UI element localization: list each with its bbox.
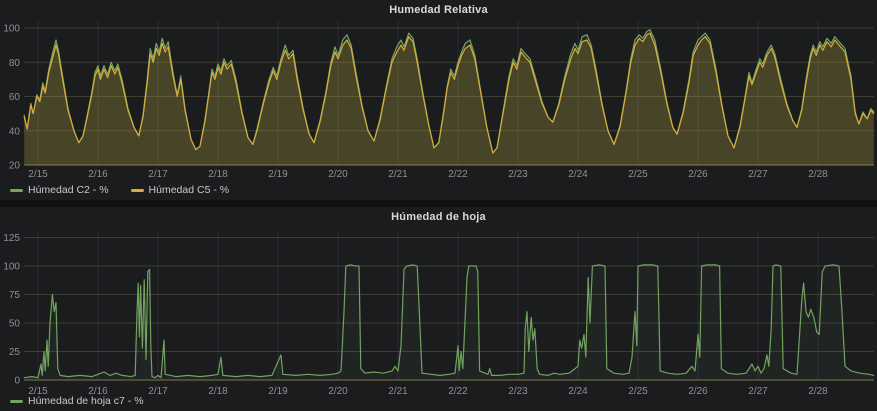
svg-text:2/20: 2/20 [328, 169, 348, 180]
series-color-swatch [10, 400, 23, 403]
svg-text:2/18: 2/18 [208, 169, 228, 180]
panel-humedad-relativa: Humedad Relativa 204060801002/152/162/17… [0, 0, 877, 200]
svg-text:2/25: 2/25 [628, 386, 648, 397]
legend-label: Húmedad de hoja c7 - % [28, 395, 144, 407]
svg-text:80: 80 [9, 58, 21, 69]
svg-text:25: 25 [9, 347, 21, 358]
svg-text:2/23: 2/23 [508, 386, 528, 397]
svg-text:2/18: 2/18 [208, 386, 228, 397]
svg-text:2/17: 2/17 [148, 169, 168, 180]
svg-text:60: 60 [9, 92, 21, 103]
svg-text:2/28: 2/28 [808, 169, 828, 180]
panel-humedad-de-hoja: Húmedad de hoja 02550751001252/152/162/1… [0, 207, 877, 411]
svg-text:2/24: 2/24 [568, 169, 588, 180]
svg-text:2/21: 2/21 [388, 386, 408, 397]
svg-text:2/22: 2/22 [448, 169, 468, 180]
svg-text:0: 0 [14, 376, 20, 387]
legend-item-humedad-c5[interactable]: Húmedad C5 - % [131, 184, 230, 196]
svg-text:20: 20 [9, 161, 21, 172]
legend-humedad-relativa: Húmedad C2 - % Húmedad C5 - % [10, 182, 229, 198]
svg-text:2/21: 2/21 [388, 169, 408, 180]
series-color-swatch [10, 189, 23, 192]
svg-text:2/26: 2/26 [688, 169, 708, 180]
legend-item-humedad-c2[interactable]: Húmedad C2 - % [10, 184, 109, 196]
svg-text:2/17: 2/17 [148, 386, 168, 397]
svg-text:2/23: 2/23 [508, 169, 528, 180]
grafana-dashboard: { "colors": { "page_bg": "#101113", "pan… [0, 0, 877, 411]
svg-text:75: 75 [9, 290, 21, 301]
svg-text:2/19: 2/19 [268, 169, 288, 180]
svg-text:2/27: 2/27 [748, 386, 768, 397]
humedad-relativa-plot[interactable]: 20 40 60 80 100 2/15 2/16 2/17 2/18 2/19 2/20 2/21 2… [0, 0, 877, 182]
humedad-de-hoja-plot[interactable]: 02550751001252/152/162/172/182/192/202/2… [0, 207, 877, 398]
svg-text:125: 125 [3, 233, 20, 244]
svg-text:2/19: 2/19 [268, 386, 288, 397]
svg-text:2/25: 2/25 [628, 169, 648, 180]
svg-text:2/27: 2/27 [748, 169, 768, 180]
svg-text:2/15: 2/15 [28, 169, 48, 180]
svg-text:2/28: 2/28 [808, 386, 828, 397]
svg-text:2/26: 2/26 [688, 386, 708, 397]
svg-text:100: 100 [3, 262, 20, 273]
legend-label: Húmedad C5 - % [149, 184, 230, 196]
legend-item-humedad-hoja-c7[interactable]: Húmedad de hoja c7 - % [10, 395, 144, 407]
legend-label: Húmedad C2 - % [28, 184, 109, 196]
svg-text:2/20: 2/20 [328, 386, 348, 397]
legend-humedad-de-hoja: Húmedad de hoja c7 - % [10, 393, 144, 409]
svg-text:2/24: 2/24 [568, 386, 588, 397]
svg-text:100: 100 [3, 24, 20, 35]
svg-text:2/22: 2/22 [448, 386, 468, 397]
svg-text:2/16: 2/16 [88, 169, 108, 180]
svg-text:40: 40 [9, 126, 21, 137]
svg-text:50: 50 [9, 319, 21, 330]
series-color-swatch [131, 189, 144, 192]
